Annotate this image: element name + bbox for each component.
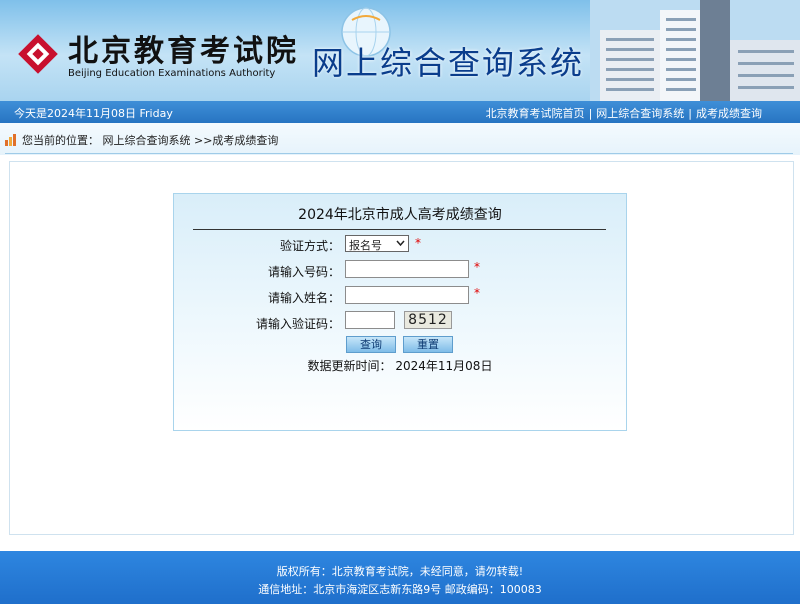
verify-method-value: 报名号	[349, 239, 382, 252]
system-title: 网上综合查询系统	[312, 44, 585, 82]
captcha-label: 请输入验证码：	[255, 317, 340, 331]
chevron-down-icon	[396, 240, 405, 247]
captcha-input[interactable]	[345, 311, 395, 329]
required-mark: *	[474, 260, 480, 274]
captcha-image[interactable]: 8512	[404, 311, 452, 329]
top-bar: 今天是2024年11月08日 Friday 北京教育考试院首页 | 网上综合查询系统…	[0, 101, 800, 123]
breadcrumb: 您当前的位置： 网上综合查询系统 >>成考成绩查询	[0, 123, 800, 155]
footer: 版权所有：北京教育考试院，未经同意，请勿转载! 通信地址：北京市海淀区志新东路9…	[0, 551, 800, 604]
separator: |	[688, 107, 692, 120]
breadcrumb-text: 您当前的位置： 网上综合查询系统 >>成考成绩查询	[22, 132, 278, 148]
number-label: 请输入号码：	[267, 265, 340, 279]
name-input[interactable]	[345, 286, 469, 304]
footer-address: 通信地址：北京市海淀区志新东路9号 邮政编码：100083	[258, 583, 542, 596]
current-date: 今天是2024年11月08日 Friday	[14, 107, 173, 120]
divider	[5, 153, 793, 154]
link-score-query[interactable]: 成考成绩查询	[696, 107, 762, 120]
breadcrumb-icon	[5, 134, 16, 146]
header-banner: 北京教育考试院 Beijing Education Examinations A…	[0, 0, 800, 101]
required-mark: *	[474, 286, 480, 300]
link-query-system[interactable]: 网上综合查询系统	[596, 107, 684, 120]
top-links: 北京教育考试院首页 | 网上综合查询系统 | 成考成绩查询	[486, 105, 762, 121]
data-update-time: 数据更新时间： 2024年11月08日	[307, 359, 493, 373]
breadcrumb-prefix: 您当前的位置：	[22, 134, 99, 147]
divider	[193, 229, 606, 230]
link-home[interactable]: 北京教育考试院首页	[486, 107, 585, 120]
query-button[interactable]: 查询	[346, 336, 396, 353]
reset-button[interactable]: 重置	[403, 336, 453, 353]
org-name-cn: 北京教育考试院	[68, 34, 299, 69]
separator: |	[588, 107, 593, 120]
verify-method-label: 验证方式：	[279, 239, 340, 253]
name-label: 请输入姓名：	[267, 291, 340, 305]
breadcrumb-path[interactable]: 网上综合查询系统 >>成考成绩查询	[103, 134, 279, 147]
number-input[interactable]	[345, 260, 469, 278]
verify-method-select[interactable]: 报名号	[345, 235, 409, 252]
required-mark: *	[415, 236, 421, 250]
footer-copyright: 版权所有：北京教育考试院，未经同意，请勿转载!	[276, 565, 524, 578]
org-name-en: Beijing Education Examinations Authority	[68, 68, 276, 79]
logo-mark-icon	[18, 34, 58, 74]
query-panel: 2024年北京市成人高考成绩查询 验证方式： 报名号 * 请输入号码： * 请输…	[173, 193, 627, 431]
buildings-image	[590, 0, 800, 101]
panel-title: 2024年北京市成人高考成绩查询	[298, 207, 502, 223]
